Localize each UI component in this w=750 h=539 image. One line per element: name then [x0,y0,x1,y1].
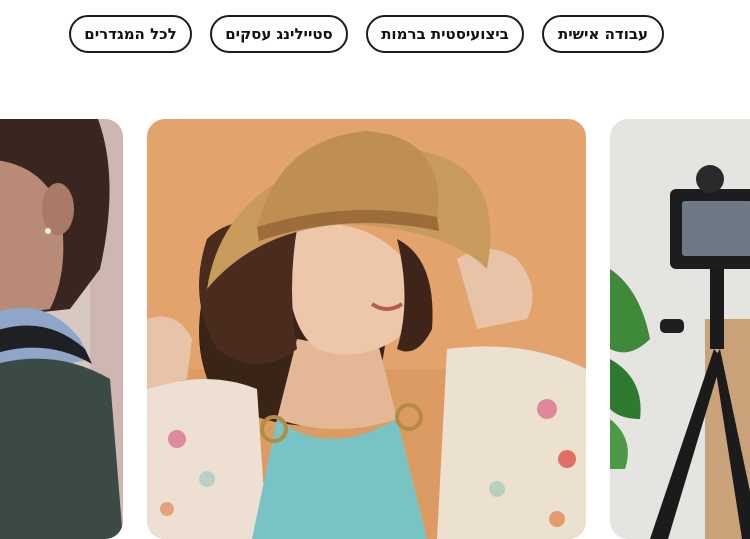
filter-all-categories-button[interactable]: לכל המגדרים [69,15,192,53]
woman-straw-hat-image [147,119,586,539]
woman-profile-image [0,119,123,539]
filter-business-styling-button[interactable]: סטיילינג עסקים [210,15,348,53]
camera-tripod-image [610,119,750,539]
filter-stylist-events-button[interactable]: ביצועיסטית ברמות [366,15,524,53]
gallery-card-right[interactable] [610,119,750,539]
category-filters: לכל המגדרים סטיילינג עסקים ביצועיסטית בר… [0,15,750,55]
gallery-card-left[interactable] [0,119,123,539]
filter-personal-work-button[interactable]: עבודה אישית [542,15,664,53]
gallery-card-center[interactable] [147,119,586,539]
